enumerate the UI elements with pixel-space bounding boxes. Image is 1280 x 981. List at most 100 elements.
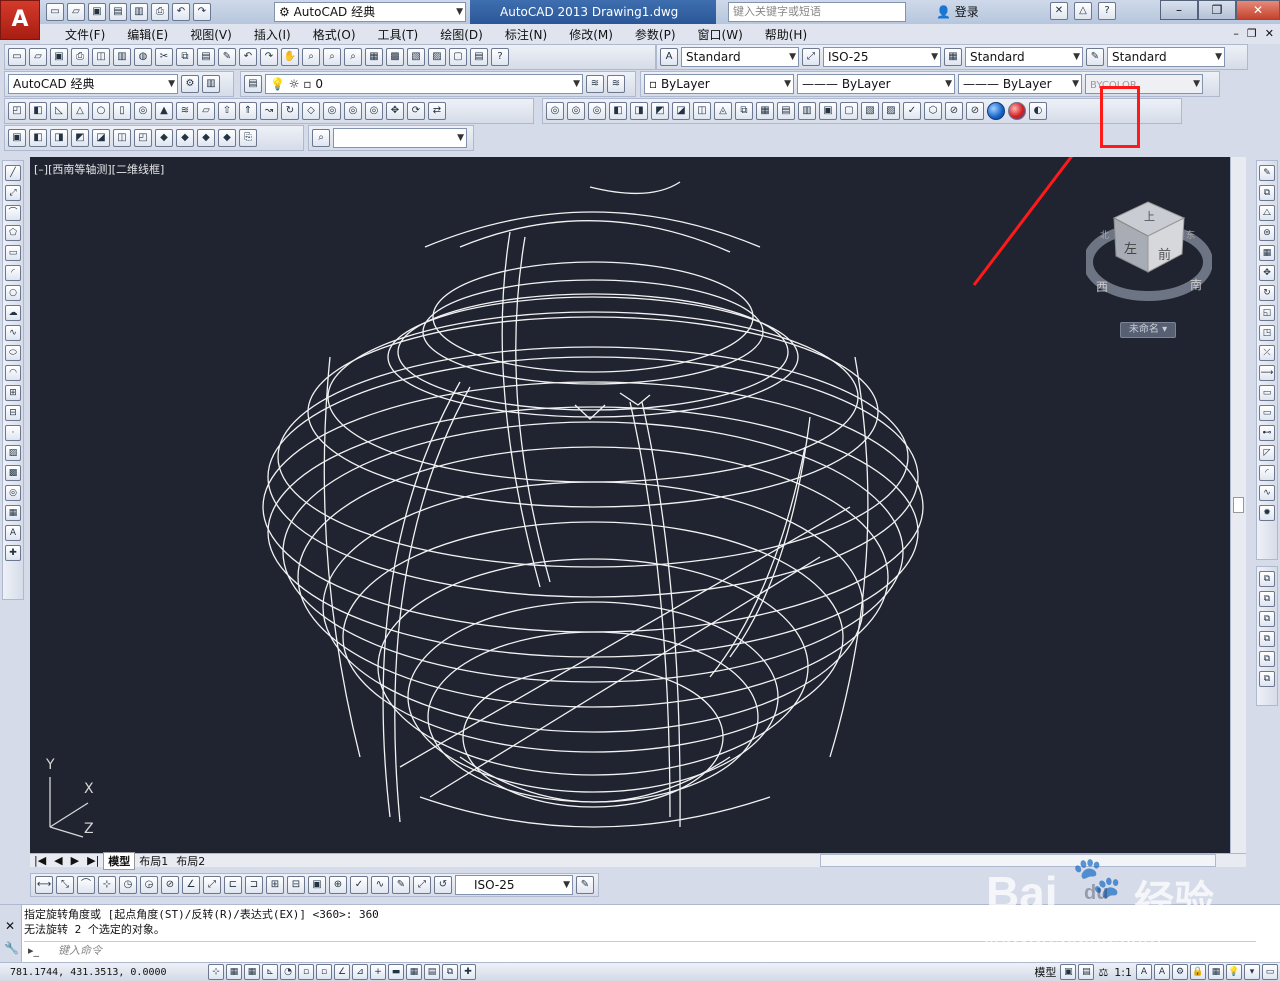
open-folder-icon[interactable]: ▱ xyxy=(67,3,85,21)
quick-properties-icon[interactable]: ▤ xyxy=(424,964,440,980)
arc-length-icon[interactable]: ⌒ xyxy=(77,876,95,894)
annotation-monitor-icon[interactable]: ✚ xyxy=(460,964,476,980)
copy-icon[interactable]: ⧉ xyxy=(176,48,194,66)
lock-icon[interactable]: 🔒 xyxy=(1190,964,1206,980)
3d-rotate-icon[interactable]: ⟳ xyxy=(407,102,425,120)
customize-icon[interactable]: ▥ xyxy=(202,75,220,93)
bring-to-front-icon[interactable]: ⧉ xyxy=(1259,571,1275,587)
arc-icon[interactable]: ◜ xyxy=(5,265,21,281)
offset-icon[interactable]: ⊜ xyxy=(1259,225,1275,241)
compass-west[interactable]: 西 xyxy=(1096,278,1108,295)
intersect-icon[interactable]: ◎ xyxy=(365,102,383,120)
command-input[interactable]: ▸_ 键入命令 xyxy=(24,941,1256,959)
3d-osnap-icon[interactable]: ▫ xyxy=(316,964,332,980)
compass-east[interactable]: 东 xyxy=(1186,228,1195,241)
doc-close-button[interactable]: ✕ xyxy=(1265,24,1274,44)
quick-dim-icon[interactable]: ⤢ xyxy=(203,876,221,894)
workspace-switch-icon[interactable]: ⚙ xyxy=(1172,964,1188,980)
tab-layout2[interactable]: 布局2 xyxy=(172,853,209,869)
viewcube-top-face[interactable]: 上 xyxy=(1144,208,1155,224)
nw-iso-icon[interactable]: ◆ xyxy=(218,129,236,147)
menu-format[interactable]: 格式(O) xyxy=(302,26,367,43)
properties-icon[interactable]: ▦ xyxy=(365,48,383,66)
ellipse-arc-icon[interactable]: ◠ xyxy=(5,365,21,381)
back-view-icon[interactable]: ◰ xyxy=(134,129,152,147)
viewcube[interactable]: 上 左 前 西 南 北 东 xyxy=(1083,196,1213,316)
tab-nav-next[interactable]: ▶ xyxy=(67,854,83,867)
3d-print-icon[interactable]: ◍ xyxy=(134,48,152,66)
dim-toolbar-style-select[interactable]: ISO-25 ▼ xyxy=(455,875,573,895)
view-select[interactable]: ▼ xyxy=(333,128,467,148)
revision-cloud-icon[interactable]: ☁ xyxy=(5,305,21,321)
linetype-select[interactable]: ——— ByLayer ▼ xyxy=(797,74,955,94)
imprint-icon[interactable]: ▣ xyxy=(819,102,837,120)
viewcube-front-face[interactable]: 前 xyxy=(1158,244,1171,263)
dim-space-icon[interactable]: ⊞ xyxy=(266,876,284,894)
multileader-style-icon[interactable]: ✎ xyxy=(1086,48,1104,66)
array-icon[interactable]: ▦ xyxy=(1259,245,1275,261)
lineweight-select[interactable]: ——— ByLayer ▼ xyxy=(958,74,1082,94)
horizontal-scrollbar[interactable] xyxy=(820,854,1216,867)
copy-edges-icon[interactable]: ▤ xyxy=(777,102,795,120)
menu-window[interactable]: 窗口(W) xyxy=(687,26,754,43)
lineweight-toggle-icon[interactable]: ▬ xyxy=(388,964,404,980)
right-view-icon[interactable]: ◪ xyxy=(92,129,110,147)
dim-style-icon[interactable]: ⤢ xyxy=(802,48,820,66)
bottom-view-icon[interactable]: ◨ xyxy=(50,129,68,147)
menu-parametric[interactable]: 参数(P) xyxy=(624,26,687,43)
polygon-icon[interactable]: ⬠ xyxy=(5,225,21,241)
rectangle-icon[interactable]: ▭ xyxy=(5,245,21,261)
transparency-icon[interactable]: ▦ xyxy=(406,964,422,980)
plot-icon[interactable]: ⎙ xyxy=(71,48,89,66)
menu-draw[interactable]: 绘图(D) xyxy=(429,26,494,43)
help-icon[interactable]: ? xyxy=(1098,2,1116,20)
rotate-icon[interactable]: ↻ xyxy=(1259,285,1275,301)
tolerance-icon[interactable]: ▣ xyxy=(308,876,326,894)
construction-line-icon[interactable]: ⤢ xyxy=(5,185,21,201)
trim-icon[interactable]: ⤫ xyxy=(1259,345,1275,361)
jogged-icon[interactable]: ◶ xyxy=(140,876,158,894)
login-button[interactable]: 👤 登录 xyxy=(936,2,979,22)
angular-icon[interactable]: ∠ xyxy=(182,876,200,894)
text-style-icon[interactable]: A xyxy=(660,48,678,66)
plot-preview-icon[interactable]: ◫ xyxy=(92,48,110,66)
rotate-faces-icon[interactable]: ◫ xyxy=(693,102,711,120)
bring-above-icon[interactable]: ⧉ xyxy=(1259,611,1275,627)
fillet-icon[interactable]: ◜ xyxy=(1259,465,1275,481)
gradient-icon[interactable]: ▩ xyxy=(5,465,21,481)
clean-screen-icon[interactable]: ▭ xyxy=(1262,964,1278,980)
ne-iso-icon[interactable]: ◆ xyxy=(197,129,215,147)
jogged-linear-icon[interactable]: ∿ xyxy=(371,876,389,894)
copy-object-icon[interactable]: ⧉ xyxy=(1259,185,1275,201)
extrude-icon[interactable]: ⇧ xyxy=(218,102,236,120)
publish-icon[interactable]: ▥ xyxy=(130,3,148,21)
aligned-dim-icon[interactable]: ⤡ xyxy=(56,876,74,894)
restore-button[interactable]: ❐ xyxy=(1198,0,1236,20)
table-style-select[interactable]: Standard ▼ xyxy=(965,47,1083,67)
subtract-icon[interactable]: ◎ xyxy=(344,102,362,120)
ortho-icon[interactable]: ⊾ xyxy=(262,964,278,980)
camera-icon[interactable]: ⎘ xyxy=(239,129,257,147)
move-icon[interactable]: ✥ xyxy=(1259,265,1275,281)
linear-dim-icon[interactable]: ⟷ xyxy=(35,876,53,894)
point-icon[interactable]: · xyxy=(5,425,21,441)
infer-constraints-icon[interactable]: ⊹ xyxy=(208,964,224,980)
erase-icon[interactable]: ✎ xyxy=(1259,165,1275,181)
publish-icon[interactable]: ▥ xyxy=(113,48,131,66)
color-edges-icon[interactable]: ▥ xyxy=(798,102,816,120)
save-as-icon[interactable]: ▤ xyxy=(109,3,127,21)
move-faces-icon[interactable]: ◨ xyxy=(630,102,648,120)
hidden-icon[interactable]: ⊘ xyxy=(945,102,963,120)
print-icon[interactable]: ⎙ xyxy=(151,3,169,21)
layer-previous-icon[interactable]: ≋ xyxy=(607,75,625,93)
dimension-style-icon[interactable]: ✎ xyxy=(576,876,594,894)
inspection-icon[interactable]: ✓ xyxy=(350,876,368,894)
ucs-name-menu[interactable]: 未命名 ▾ xyxy=(1120,322,1176,338)
presspull-icon[interactable]: ⇑ xyxy=(239,102,257,120)
autodesk-360-icon[interactable]: △ xyxy=(1074,2,1092,20)
doc-restore-button[interactable]: ❐ xyxy=(1247,24,1257,44)
quick-view-layouts-icon[interactable]: ▣ xyxy=(1060,964,1077,980)
table-style-icon[interactable]: ▦ xyxy=(944,48,962,66)
se-iso-icon[interactable]: ◆ xyxy=(176,129,194,147)
delete-faces-icon[interactable]: ◪ xyxy=(672,102,690,120)
